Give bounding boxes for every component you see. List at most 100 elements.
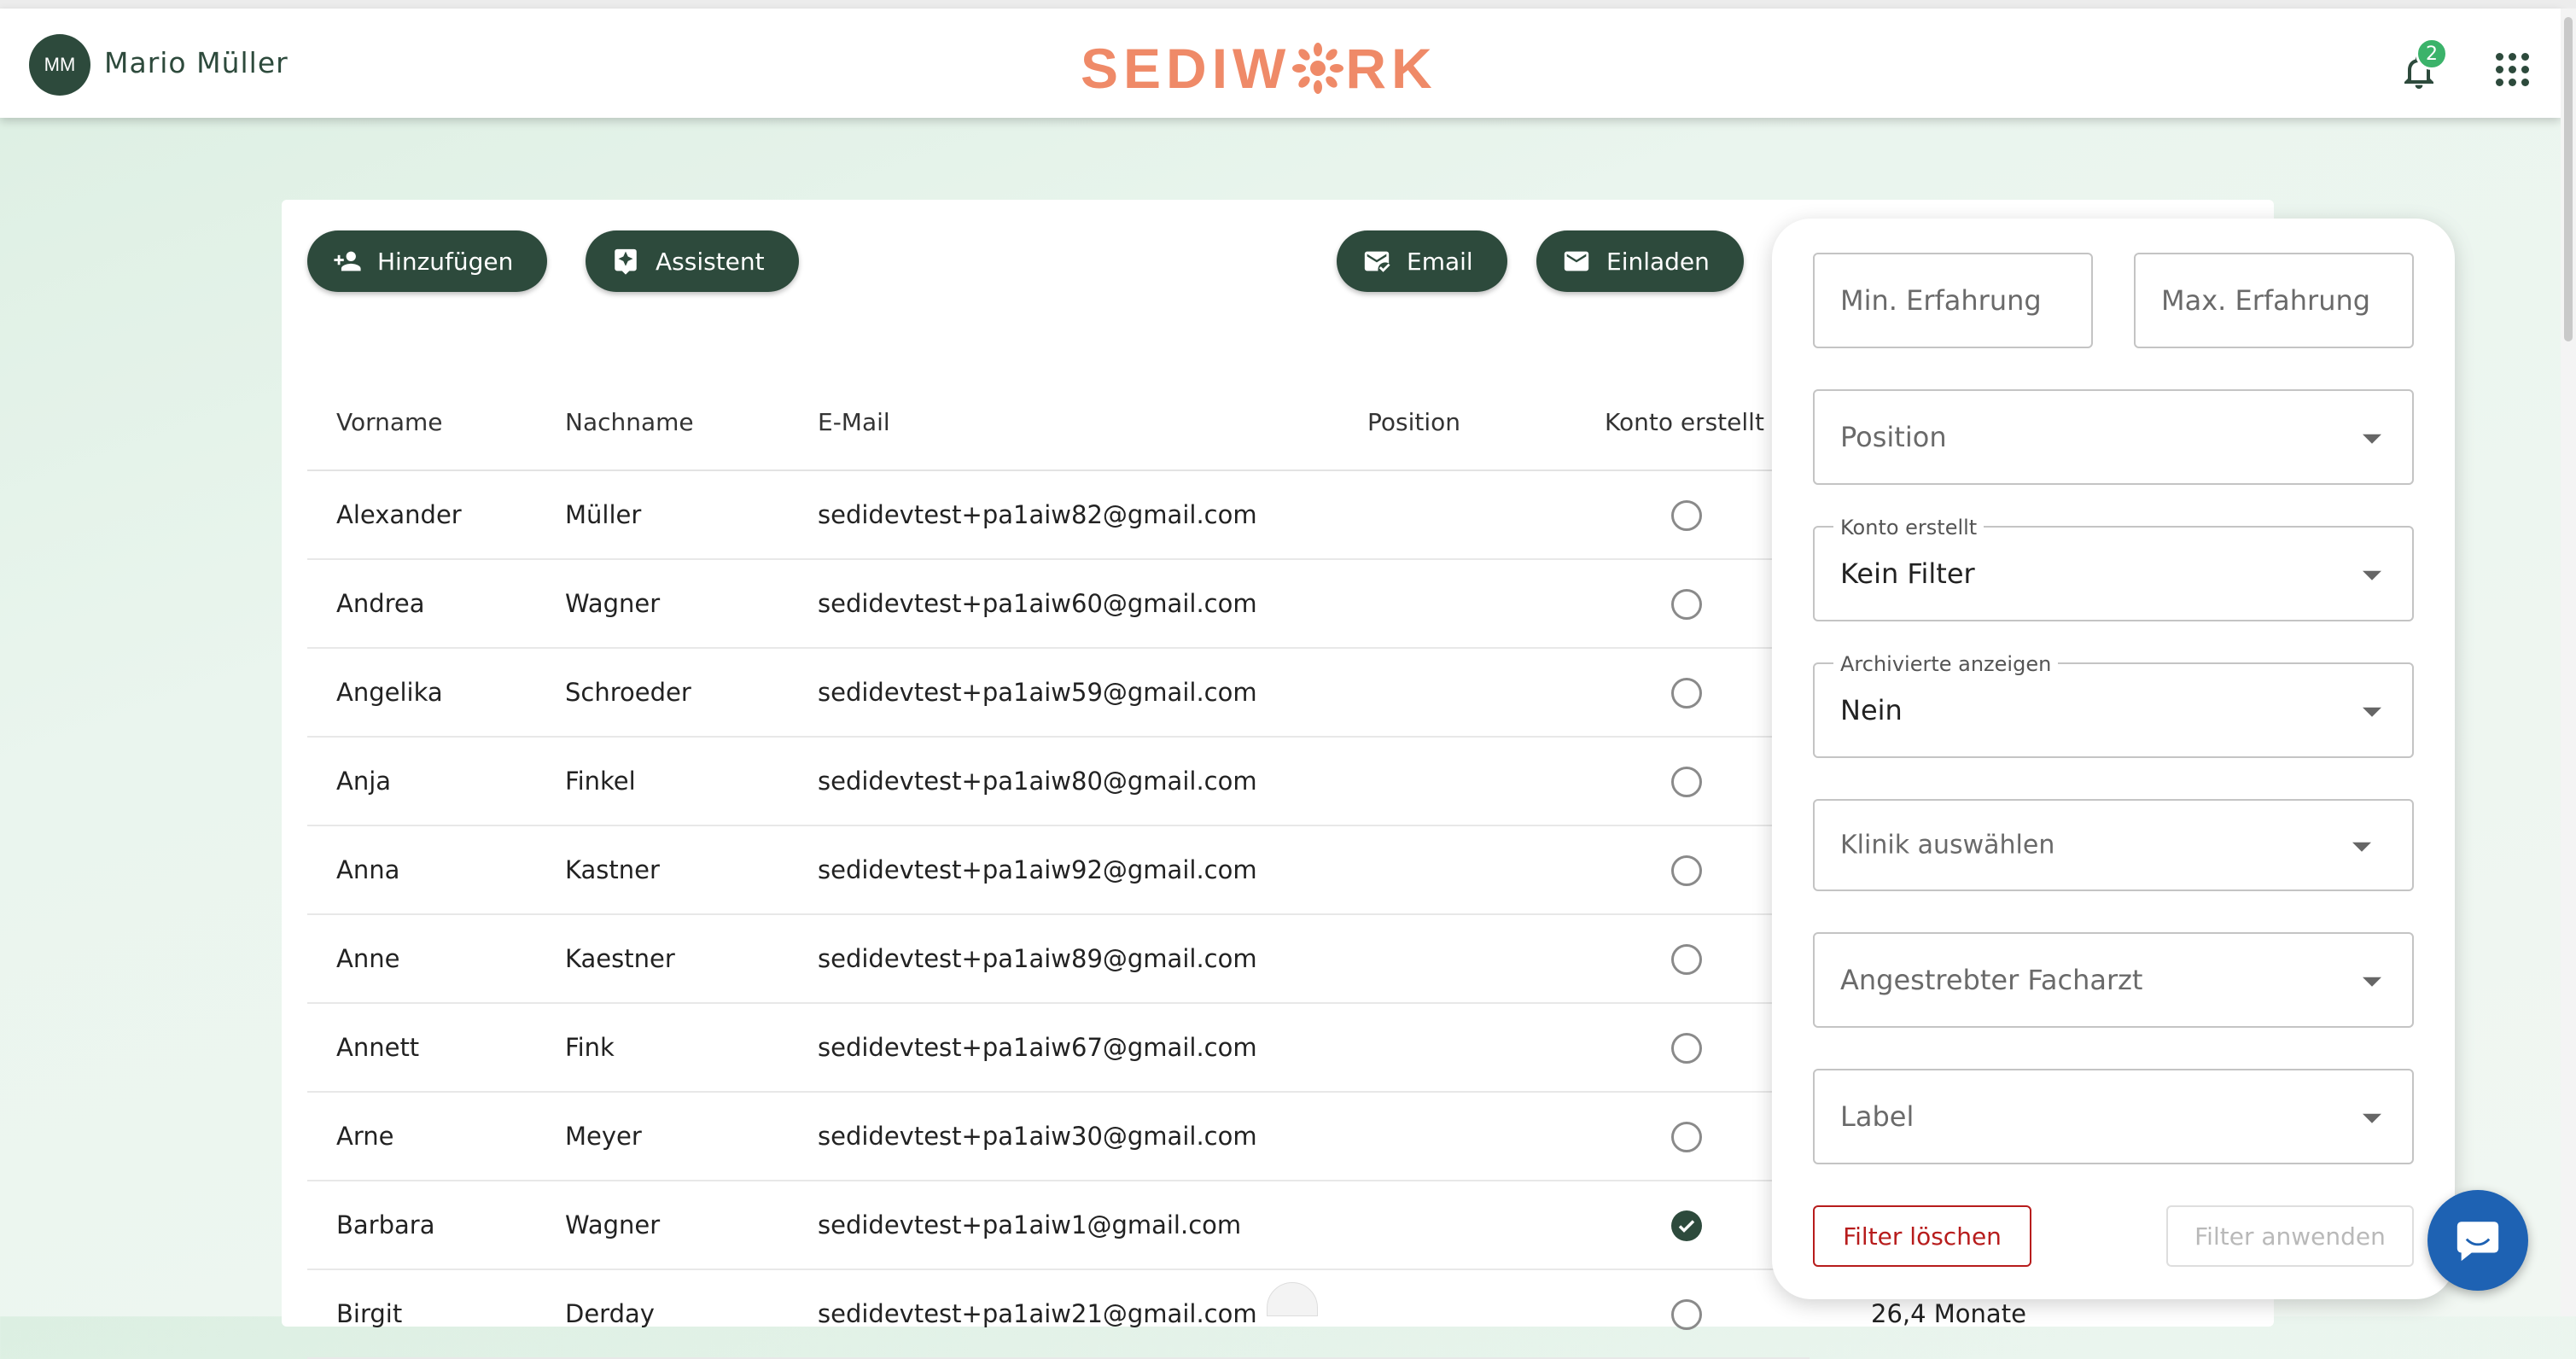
- invite-button-label: Einladen: [1606, 247, 1710, 276]
- table-row[interactable]: Arne Meyer sedidevtest+pa1aiw30@gmail.com: [307, 1093, 1810, 1181]
- label-select[interactable]: Label: [1813, 1069, 2414, 1164]
- account-created-radio[interactable]: [1671, 678, 1702, 709]
- first-name-cell: Barbara: [336, 1210, 435, 1239]
- notification-badge: 2: [2416, 38, 2448, 70]
- column-header-email[interactable]: E-Mail: [818, 408, 890, 436]
- email-cell: sedidevtest+pa1aiw30@gmail.com: [818, 1122, 1257, 1151]
- archived-value: Nein: [1840, 694, 1903, 726]
- archived-select[interactable]: Archivierte anzeigen Nein: [1813, 652, 2414, 758]
- email-cell: sedidevtest+pa1aiw1@gmail.com: [818, 1210, 1242, 1239]
- last-name-cell: Müller: [565, 500, 642, 529]
- avatar[interactable]: MM: [29, 34, 90, 96]
- clear-filter-button[interactable]: Filter löschen: [1813, 1205, 2031, 1267]
- last-name-cell: Wagner: [565, 1210, 661, 1239]
- chevron-down-icon: [2363, 977, 2381, 987]
- max-experience-field[interactable]: Max. Erfahrung: [2134, 253, 2414, 348]
- first-name-cell: Birgit: [336, 1299, 403, 1328]
- min-experience-placeholder: Min. Erfahrung: [1840, 284, 2042, 317]
- first-name-cell: Alexander: [336, 500, 462, 529]
- last-name-cell: Meyer: [565, 1122, 642, 1151]
- experience-cell: 26,4 Monate: [1871, 1299, 2026, 1328]
- column-header-account-created[interactable]: Konto erstellt: [1605, 408, 1764, 436]
- apply-filter-button[interactable]: Filter anwenden: [2166, 1205, 2414, 1267]
- first-name-cell: Angelika: [336, 678, 443, 707]
- first-name-cell: Anne: [336, 944, 400, 973]
- table-row[interactable]: Annett Fink sedidevtest+pa1aiw67@gmail.com: [307, 1004, 1810, 1093]
- table-row[interactable]: Alexander Müller sedidevtest+pa1aiw82@gmai…: [307, 471, 1810, 560]
- table-row[interactable]: Anna Kastner sedidevtest+pa1aiw92@gmail.co…: [307, 826, 1810, 915]
- archived-label: Archivierte anzeigen: [1833, 652, 2059, 676]
- mail-check-icon: [1364, 251, 1390, 272]
- clinic-placeholder: Klinik auswählen: [1840, 830, 2055, 860]
- first-name-cell: Anja: [336, 767, 392, 796]
- position-placeholder: Position: [1840, 421, 1947, 453]
- add-button-label: Hinzufügen: [377, 247, 514, 276]
- last-name-cell: Derday: [565, 1299, 655, 1328]
- first-name-cell: Andrea: [336, 589, 425, 618]
- max-experience-placeholder: Max. Erfahrung: [2161, 284, 2371, 317]
- column-header-first-name[interactable]: Vorname: [336, 408, 443, 436]
- account-created-value: Kein Filter: [1840, 557, 1975, 590]
- last-name-cell: Wagner: [565, 589, 661, 618]
- min-experience-field[interactable]: Min. Erfahrung: [1813, 253, 2093, 348]
- table-row[interactable]: Anne Kaestner sedidevtest+pa1aiw89@gmail.c…: [307, 915, 1810, 1004]
- app-header: MM Mario Müller SEDIW RK 2: [0, 9, 2561, 118]
- email-cell: sedidevtest+pa1aiw82@gmail.com: [818, 500, 1257, 529]
- label-placeholder: Label: [1840, 1100, 1915, 1133]
- chevron-down-icon: [2352, 842, 2371, 852]
- table-header: Vorname Nachname E-Mail Position Konto e…: [307, 376, 1810, 471]
- email-cell: sedidevtest+pa1aiw59@gmail.com: [818, 678, 1257, 707]
- chevron-down-icon: [2363, 1113, 2381, 1123]
- account-created-label: Konto erstellt: [1833, 516, 1984, 540]
- add-person-icon: [334, 251, 361, 271]
- clinic-select[interactable]: Klinik auswählen: [1813, 799, 2414, 891]
- assistant-button[interactable]: Assistent: [586, 230, 799, 292]
- email-cell: sedidevtest+pa1aiw89@gmail.com: [818, 944, 1257, 973]
- chevron-down-icon: [2363, 434, 2381, 444]
- account-created-radio[interactable]: [1671, 589, 1702, 620]
- email-button-label: Email: [1407, 247, 1473, 276]
- table-row[interactable]: Andrea Wagner sedidevtest+pa1aiw60@gmail.c…: [307, 560, 1810, 649]
- first-name-cell: Annett: [336, 1033, 420, 1062]
- account-created-radio[interactable]: [1671, 944, 1702, 975]
- chat-button[interactable]: [2427, 1190, 2528, 1291]
- email-cell: sedidevtest+pa1aiw60@gmail.com: [818, 589, 1257, 618]
- add-button[interactable]: Hinzufügen: [307, 230, 548, 292]
- email-button[interactable]: Email: [1337, 230, 1507, 292]
- table-row[interactable]: Anja Finkel sedidevtest+pa1aiw80@gmail.com: [307, 738, 1810, 826]
- sediwork-logo[interactable]: SEDIW RK: [1081, 34, 1437, 102]
- logo-flower-icon: [1292, 43, 1344, 94]
- table-row[interactable]: Angelika Schroeder sedidevtest+pa1aiw59@gm…: [307, 649, 1810, 738]
- chevron-down-icon: [2363, 707, 2381, 717]
- logo-text-right: RK: [1345, 37, 1437, 100]
- staff-table: Vorname Nachname E-Mail Position Konto e…: [307, 376, 1810, 1359]
- last-name-cell: Schroeder: [565, 678, 691, 707]
- account-created-radio[interactable]: [1671, 500, 1702, 531]
- account-created-radio[interactable]: [1671, 1122, 1702, 1152]
- account-created-radio[interactable]: [1671, 855, 1702, 886]
- user-name[interactable]: Mario Müller: [104, 46, 288, 79]
- last-name-cell: Kaestner: [565, 944, 675, 973]
- account-created-radio[interactable]: [1671, 1033, 1702, 1064]
- mail-icon: [1564, 251, 1589, 271]
- account-created-check-icon[interactable]: [1671, 1210, 1702, 1241]
- window-top-edge: [0, 0, 2576, 9]
- scrollbar-thumb[interactable]: [2564, 17, 2573, 341]
- position-select[interactable]: Position: [1813, 389, 2414, 485]
- specialist-placeholder: Angestrebter Facharzt: [1840, 964, 2143, 996]
- column-header-last-name[interactable]: Nachname: [565, 408, 694, 436]
- account-created-radio[interactable]: [1671, 767, 1702, 797]
- column-header-position[interactable]: Position: [1367, 408, 1460, 436]
- account-created-radio[interactable]: [1671, 1299, 1702, 1330]
- specialist-select[interactable]: Angestrebter Facharzt: [1813, 932, 2414, 1028]
- logo-text-left: SEDIW: [1081, 37, 1291, 100]
- account-created-select[interactable]: Konto erstellt Kein Filter: [1813, 516, 2414, 621]
- table-row[interactable]: Barbara Wagner sedidevtest+pa1aiw1@gmail.c…: [307, 1181, 1810, 1270]
- last-name-cell: Finkel: [565, 767, 636, 796]
- chat-icon: [2457, 1222, 2499, 1262]
- assistant-icon: [615, 248, 637, 275]
- table-row[interactable]: Birgit Derday sedidevtest+pa1aiw21@gmail.c…: [307, 1270, 1810, 1359]
- apps-grid-icon[interactable]: [2496, 53, 2530, 87]
- last-name-cell: Kastner: [565, 855, 660, 884]
- invite-button[interactable]: Einladen: [1536, 230, 1744, 292]
